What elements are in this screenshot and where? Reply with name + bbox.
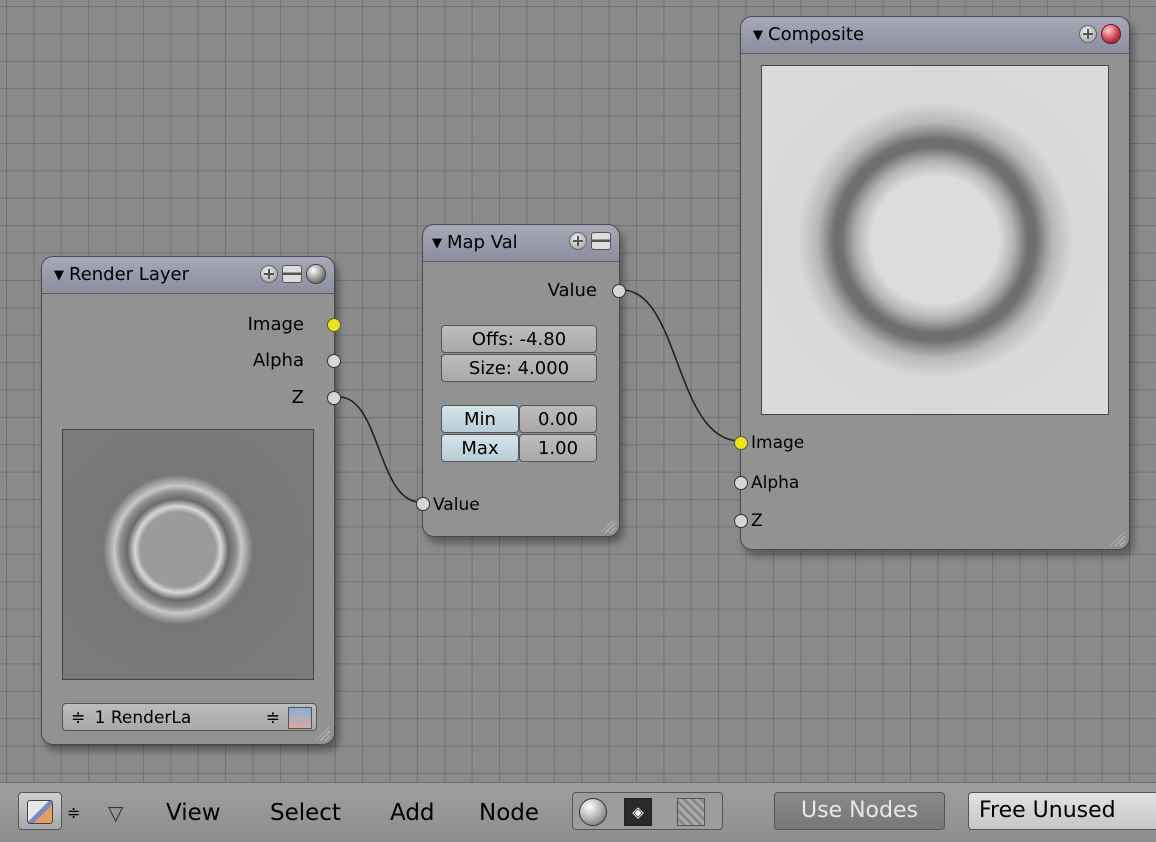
map-value-node[interactable]: ▼ Map Val Value Offs: -4.80 Size: 4.000 M… [416,224,626,537]
link-z-to-value [338,396,421,503]
layer-select-value: 1 RenderLa [94,708,192,728]
offs-value: Offs: -4.80 [471,329,567,350]
min-value: 0.00 [537,409,579,430]
tree-type-group: ◈ [572,792,723,830]
socket-z-icon[interactable] [327,391,341,405]
free-unused-label: Free Unused [979,798,1116,823]
resize-handle[interactable] [1111,532,1125,546]
input-socket-image[interactable]: Image [751,433,804,453]
socket-label: Value [433,495,480,515]
socket-label: Image [751,433,805,453]
node-title: Composite [768,24,865,45]
node-editor-canvas[interactable]: ▼ Render Layer Image Alpha Z ≑ 1 RenderLa… [0,0,1156,782]
node-editor-icon [27,800,53,824]
composite-node[interactable]: ▼ Composite Image Alpha Z [734,16,1130,550]
plus-icon[interactable] [569,232,587,250]
socket-label: Image [247,314,304,335]
input-socket-alpha[interactable]: Alpha [751,473,799,493]
free-unused-button[interactable]: Free Unused [968,792,1156,830]
node-title: Map Val [447,232,518,253]
min-value-field[interactable]: 0.00 [519,405,597,433]
menu-view[interactable]: View [166,799,221,827]
input-socket-value[interactable]: Value [433,495,480,515]
resize-handle[interactable] [601,519,615,533]
arrows-updown-icon: ≑ [265,708,280,728]
stack-icon[interactable] [282,265,302,283]
min-label: Min [464,409,496,430]
plus-icon[interactable] [1079,25,1097,43]
menu-add[interactable]: Add [390,799,435,827]
socket-label: Alpha [751,473,800,493]
menu-select[interactable]: Select [270,799,341,827]
editor-type-button[interactable] [18,792,62,830]
render-preview-image [62,429,314,680]
composite-header[interactable]: ▼ Composite [741,17,1129,54]
input-socket-z[interactable]: Z [751,511,763,531]
plus-icon[interactable] [260,265,278,283]
collapse-menu-icon[interactable]: ▽ [108,801,123,825]
use-nodes-label: Use Nodes [801,798,918,823]
output-socket-image[interactable]: Image [248,315,304,335]
max-value: 1.00 [537,438,579,459]
collapse-triangle-icon[interactable]: ▼ [54,268,64,283]
output-socket-value[interactable]: Value [548,281,597,301]
collapse-triangle-icon[interactable]: ▼ [432,236,442,251]
material-nodes-icon[interactable] [579,798,607,826]
arrows-updown-icon: ≑ [71,708,86,728]
resize-handle[interactable] [316,727,330,741]
socket-value-in-icon[interactable] [416,497,430,511]
socket-value-out-icon[interactable] [612,284,626,298]
stack-icon[interactable] [591,232,611,250]
preview-sphere-icon[interactable] [1101,24,1121,44]
socket-image-in-icon[interactable] [734,436,748,450]
composite-preview-image [761,65,1109,415]
node-editor-header: ≑ ▽ View Select Add Node ◈ Use Nodes Fre… [0,782,1156,842]
map-value-header[interactable]: ▼ Map Val [423,225,619,262]
link-value-to-image [621,289,741,442]
offs-field[interactable]: Offs: -4.80 [441,325,597,353]
layer-select-dropdown[interactable]: ≑ 1 RenderLa ≑ [62,703,317,731]
menu-node[interactable]: Node [479,799,539,827]
arrows-updown-icon[interactable]: ≑ [67,803,80,822]
composite-nodes-icon[interactable]: ◈ [624,798,652,826]
output-socket-z[interactable]: Z [292,388,304,408]
socket-label: Value [547,280,597,301]
socket-label: Z [291,387,304,408]
socket-alpha-icon[interactable] [327,354,341,368]
render-layer-node[interactable]: ▼ Render Layer Image Alpha Z ≑ 1 RenderLa… [41,256,341,745]
max-label: Max [461,438,499,459]
socket-z-in-icon[interactable] [734,514,748,528]
max-value-field[interactable]: 1.00 [519,434,597,462]
image-icon[interactable] [288,707,312,729]
output-socket-alpha[interactable]: Alpha [253,351,304,371]
min-toggle[interactable]: Min [441,405,519,433]
size-value: Size: 4.000 [468,358,570,379]
socket-label: Z [751,511,763,531]
socket-alpha-in-icon[interactable] [734,476,748,490]
collapse-triangle-icon[interactable]: ▼ [753,28,763,43]
use-nodes-toggle[interactable]: Use Nodes [774,792,945,830]
size-field[interactable]: Size: 4.000 [441,354,597,382]
texture-nodes-icon[interactable] [677,798,705,826]
max-toggle[interactable]: Max [441,434,519,462]
render-layer-header[interactable]: ▼ Render Layer [42,257,334,294]
node-title: Render Layer [69,264,189,285]
preview-sphere-icon[interactable] [306,264,326,284]
socket-image-icon[interactable] [327,318,341,332]
socket-label: Alpha [252,350,304,371]
